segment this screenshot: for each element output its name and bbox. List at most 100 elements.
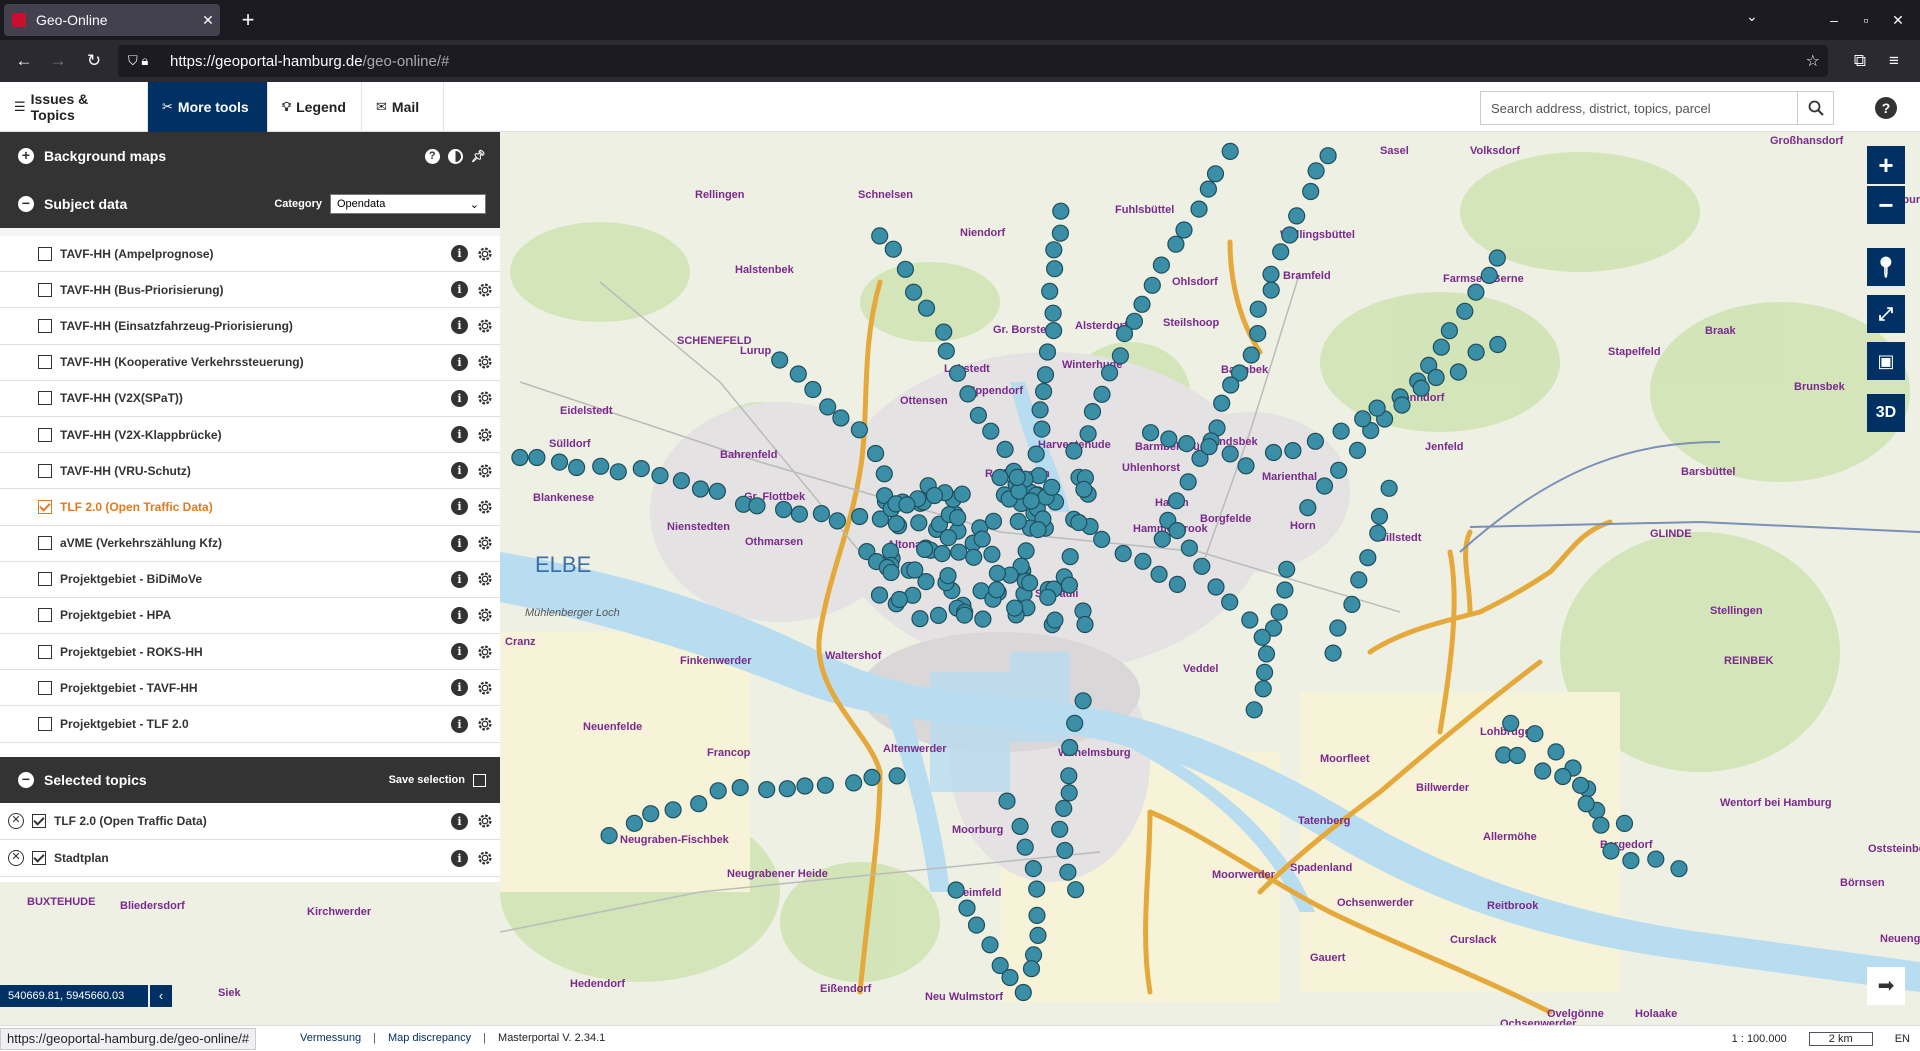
traffic-sensor-marker[interactable] <box>1022 492 1040 510</box>
traffic-sensor-marker[interactable] <box>1288 207 1306 225</box>
traffic-sensor-marker[interactable] <box>1254 680 1272 698</box>
traffic-sensor-marker[interactable] <box>1178 435 1196 453</box>
traffic-sensor-marker[interactable] <box>1036 366 1055 384</box>
traffic-sensor-marker[interactable] <box>1011 817 1029 836</box>
traffic-sensor-marker[interactable] <box>1307 162 1325 180</box>
topic-checkbox[interactable] <box>32 814 46 828</box>
traffic-sensor-marker[interactable] <box>1206 165 1225 183</box>
traffic-sensor-marker[interactable] <box>1093 530 1111 548</box>
traffic-sensor-marker[interactable] <box>1114 544 1132 563</box>
traffic-sensor-marker[interactable] <box>863 768 881 787</box>
traffic-sensor-marker[interactable] <box>1264 443 1283 462</box>
traffic-sensor-marker[interactable] <box>1207 578 1225 596</box>
traffic-sensor-marker[interactable] <box>796 777 814 795</box>
tab-list-chevron-icon[interactable]: ⌄ <box>1746 8 1758 25</box>
traffic-sensor-marker[interactable] <box>1056 841 1074 860</box>
traffic-sensor-marker[interactable] <box>1066 714 1084 732</box>
traffic-sensor-marker[interactable] <box>1093 385 1111 403</box>
traffic-sensor-marker[interactable] <box>1143 276 1161 294</box>
layer-row[interactable]: TAVF-HH (Kooperative Verkehrssteuerung) i <box>0 344 500 381</box>
traffic-sensor-marker[interactable] <box>1622 851 1640 870</box>
layer-row[interactable]: TAVF-HH (VRU-Schutz) i <box>0 453 500 490</box>
layer-checkbox[interactable] <box>38 355 52 370</box>
layer-row[interactable]: Projektgebiet - HPA i <box>0 597 500 635</box>
traffic-sensor-marker[interactable] <box>983 545 1001 563</box>
traffic-sensor-marker[interactable] <box>592 457 610 475</box>
layer-row[interactable]: TLF 2.0 (Open Traffic Data) i <box>0 489 500 526</box>
browser-tab[interactable]: Geo-Online ✕ <box>4 4 220 36</box>
info-icon[interactable]: i <box>451 317 468 335</box>
traffic-sensor-marker[interactable] <box>625 814 644 832</box>
info-icon[interactable]: i <box>451 849 468 867</box>
traffic-sensor-marker[interactable] <box>1272 243 1290 261</box>
traffic-sensor-marker[interactable] <box>929 606 948 624</box>
traffic-sensor-marker[interactable] <box>1534 762 1552 780</box>
traffic-sensor-marker[interactable] <box>690 795 708 813</box>
traffic-sensor-marker[interactable] <box>1039 588 1057 606</box>
traffic-sensor-marker[interactable] <box>969 406 988 424</box>
traffic-sensor-marker[interactable] <box>950 543 968 561</box>
gear-icon[interactable] <box>476 281 494 299</box>
layer-checkbox[interactable] <box>38 427 52 442</box>
traffic-sensor-marker[interactable] <box>778 780 796 798</box>
zoom-out-button[interactable]: − <box>1867 186 1905 224</box>
info-icon[interactable]: i <box>451 643 468 661</box>
footer-link-vermessung[interactable]: Vermessung <box>300 1032 361 1044</box>
traffic-sensor-marker[interactable] <box>642 805 660 823</box>
traffic-sensor-marker[interactable] <box>1324 644 1342 662</box>
traffic-sensor-marker[interactable] <box>1393 396 1411 414</box>
traffic-sensor-marker[interactable] <box>789 365 807 383</box>
traffic-sensor-marker[interactable] <box>1031 401 1049 419</box>
traffic-sensor-marker[interactable] <box>1467 283 1485 301</box>
url-bar[interactable]: ⛉ 🔒︎ https://geoportal-hamburg.de/geo-on… <box>118 45 1828 77</box>
traffic-sensor-marker[interactable] <box>890 590 909 609</box>
close-tab-icon[interactable]: ✕ <box>196 12 220 29</box>
traffic-sensor-marker[interactable] <box>1008 468 1026 486</box>
gear-icon[interactable] <box>476 245 494 263</box>
traffic-sensor-marker[interactable] <box>748 497 766 515</box>
traffic-sensor-marker[interactable] <box>1368 399 1386 417</box>
traffic-sensor-marker[interactable] <box>1027 445 1045 463</box>
traffic-sensor-marker[interactable] <box>1175 221 1193 239</box>
traffic-sensor-marker[interactable] <box>1060 784 1078 802</box>
traffic-sensor-marker[interactable] <box>911 610 929 628</box>
info-icon[interactable]: i <box>451 534 468 552</box>
traffic-sensor-marker[interactable] <box>1354 410 1372 428</box>
traffic-sensor-marker[interactable] <box>1592 816 1610 834</box>
traffic-sensor-marker[interactable] <box>1153 530 1171 548</box>
traffic-sensor-marker[interactable] <box>1045 260 1064 278</box>
background-maps-header[interactable]: + Background maps ? 📌︎ <box>0 132 500 180</box>
traffic-sensor-marker[interactable] <box>1111 347 1130 365</box>
traffic-sensor-marker[interactable] <box>1060 767 1078 785</box>
traffic-sensor-marker[interactable] <box>1059 863 1077 881</box>
gear-icon[interactable] <box>476 570 494 588</box>
traffic-sensor-marker[interactable] <box>1508 746 1526 765</box>
forward-icon[interactable]: → <box>44 47 72 75</box>
traffic-sensor-marker[interactable] <box>1221 445 1239 463</box>
traffic-sensor-marker[interactable] <box>1348 441 1367 459</box>
traffic-sensor-marker[interactable] <box>1044 304 1062 322</box>
traffic-sensor-marker[interactable] <box>925 486 944 505</box>
layer-row[interactable]: aVME (Verkehrszählung Kfz) i <box>0 525 500 562</box>
traffic-sensor-marker[interactable] <box>1502 714 1520 732</box>
traffic-sensor-marker[interactable] <box>832 409 850 427</box>
traffic-sensor-marker[interactable] <box>1332 422 1350 440</box>
traffic-sensor-marker[interactable] <box>1167 492 1186 510</box>
traffic-sensor-marker[interactable] <box>1065 442 1083 460</box>
traffic-sensor-marker[interactable] <box>708 482 727 500</box>
traffic-sensor-marker[interactable] <box>1440 322 1459 340</box>
layer-checkbox[interactable] <box>38 463 52 478</box>
traffic-sensor-marker[interactable] <box>1134 552 1152 570</box>
traffic-sensor-marker[interactable] <box>1449 363 1468 381</box>
layer-checkbox[interactable] <box>38 644 52 659</box>
traffic-sensor-marker[interactable] <box>1024 859 1043 878</box>
traffic-sensor-marker[interactable] <box>984 512 1003 530</box>
search-button[interactable] <box>1797 92 1833 124</box>
help-button[interactable]: ? <box>1875 97 1897 119</box>
traffic-sensor-marker[interactable] <box>1380 479 1398 497</box>
info-icon[interactable]: i <box>451 715 468 733</box>
arrow-right-icon[interactable]: ➡ <box>1867 967 1905 1005</box>
traffic-sensor-marker[interactable] <box>1467 343 1485 361</box>
traffic-sensor-marker[interactable] <box>974 610 992 628</box>
traffic-sensor-marker[interactable] <box>1554 767 1572 786</box>
